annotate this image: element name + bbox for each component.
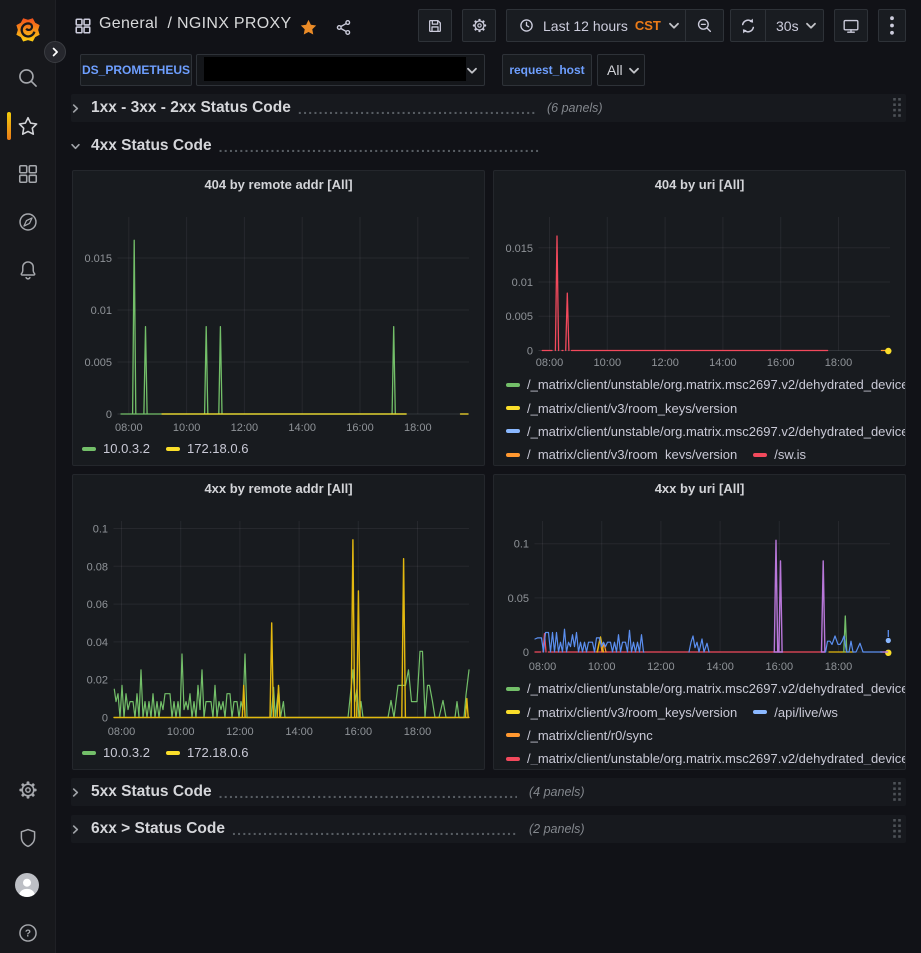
svg-text:16:00: 16:00 — [766, 661, 794, 673]
svg-text:0.02: 0.02 — [87, 675, 108, 687]
svg-text:10:00: 10:00 — [173, 422, 201, 434]
svg-text:0.005: 0.005 — [84, 357, 112, 369]
svg-text:18:00: 18:00 — [404, 726, 432, 738]
svg-text:16:00: 16:00 — [346, 422, 374, 434]
svg-text:0.04: 0.04 — [87, 637, 108, 649]
svg-text:0.005: 0.005 — [505, 311, 533, 323]
svg-text:08:00: 08:00 — [115, 422, 143, 434]
svg-text:0.1: 0.1 — [93, 524, 108, 536]
svg-text:12:00: 12:00 — [647, 661, 675, 673]
svg-text:18:00: 18:00 — [825, 357, 853, 369]
svg-text:0.08: 0.08 — [87, 561, 108, 573]
svg-text:0: 0 — [102, 713, 108, 725]
svg-text:12:00: 12:00 — [651, 357, 679, 369]
svg-text:14:00: 14:00 — [706, 661, 734, 673]
svg-text:14:00: 14:00 — [709, 357, 737, 369]
svg-text:10:00: 10:00 — [588, 661, 616, 673]
svg-text:08:00: 08:00 — [536, 357, 564, 369]
svg-text:16:00: 16:00 — [345, 726, 373, 738]
svg-text:08:00: 08:00 — [108, 726, 136, 738]
svg-text:0: 0 — [523, 647, 529, 659]
svg-text:10:00: 10:00 — [167, 726, 195, 738]
svg-text:18:00: 18:00 — [404, 422, 432, 434]
svg-text:08:00: 08:00 — [529, 661, 557, 673]
svg-text:12:00: 12:00 — [231, 422, 259, 434]
svg-text:16:00: 16:00 — [767, 357, 795, 369]
svg-text:0.01: 0.01 — [512, 277, 533, 289]
svg-text:0.1: 0.1 — [514, 539, 529, 551]
svg-text:?: ? — [25, 929, 31, 940]
svg-text:0.01: 0.01 — [91, 305, 112, 317]
svg-text:0.015: 0.015 — [84, 253, 112, 265]
svg-text:0: 0 — [527, 346, 533, 358]
svg-text:18:00: 18:00 — [825, 661, 853, 673]
svg-text:10:00: 10:00 — [594, 357, 622, 369]
svg-text:14:00: 14:00 — [288, 422, 316, 434]
svg-text:12:00: 12:00 — [226, 726, 254, 738]
svg-text:0.06: 0.06 — [87, 599, 108, 611]
svg-text:0.05: 0.05 — [508, 593, 529, 605]
svg-text:14:00: 14:00 — [285, 726, 313, 738]
svg-text:0.015: 0.015 — [505, 243, 533, 255]
svg-text:0: 0 — [106, 409, 112, 421]
